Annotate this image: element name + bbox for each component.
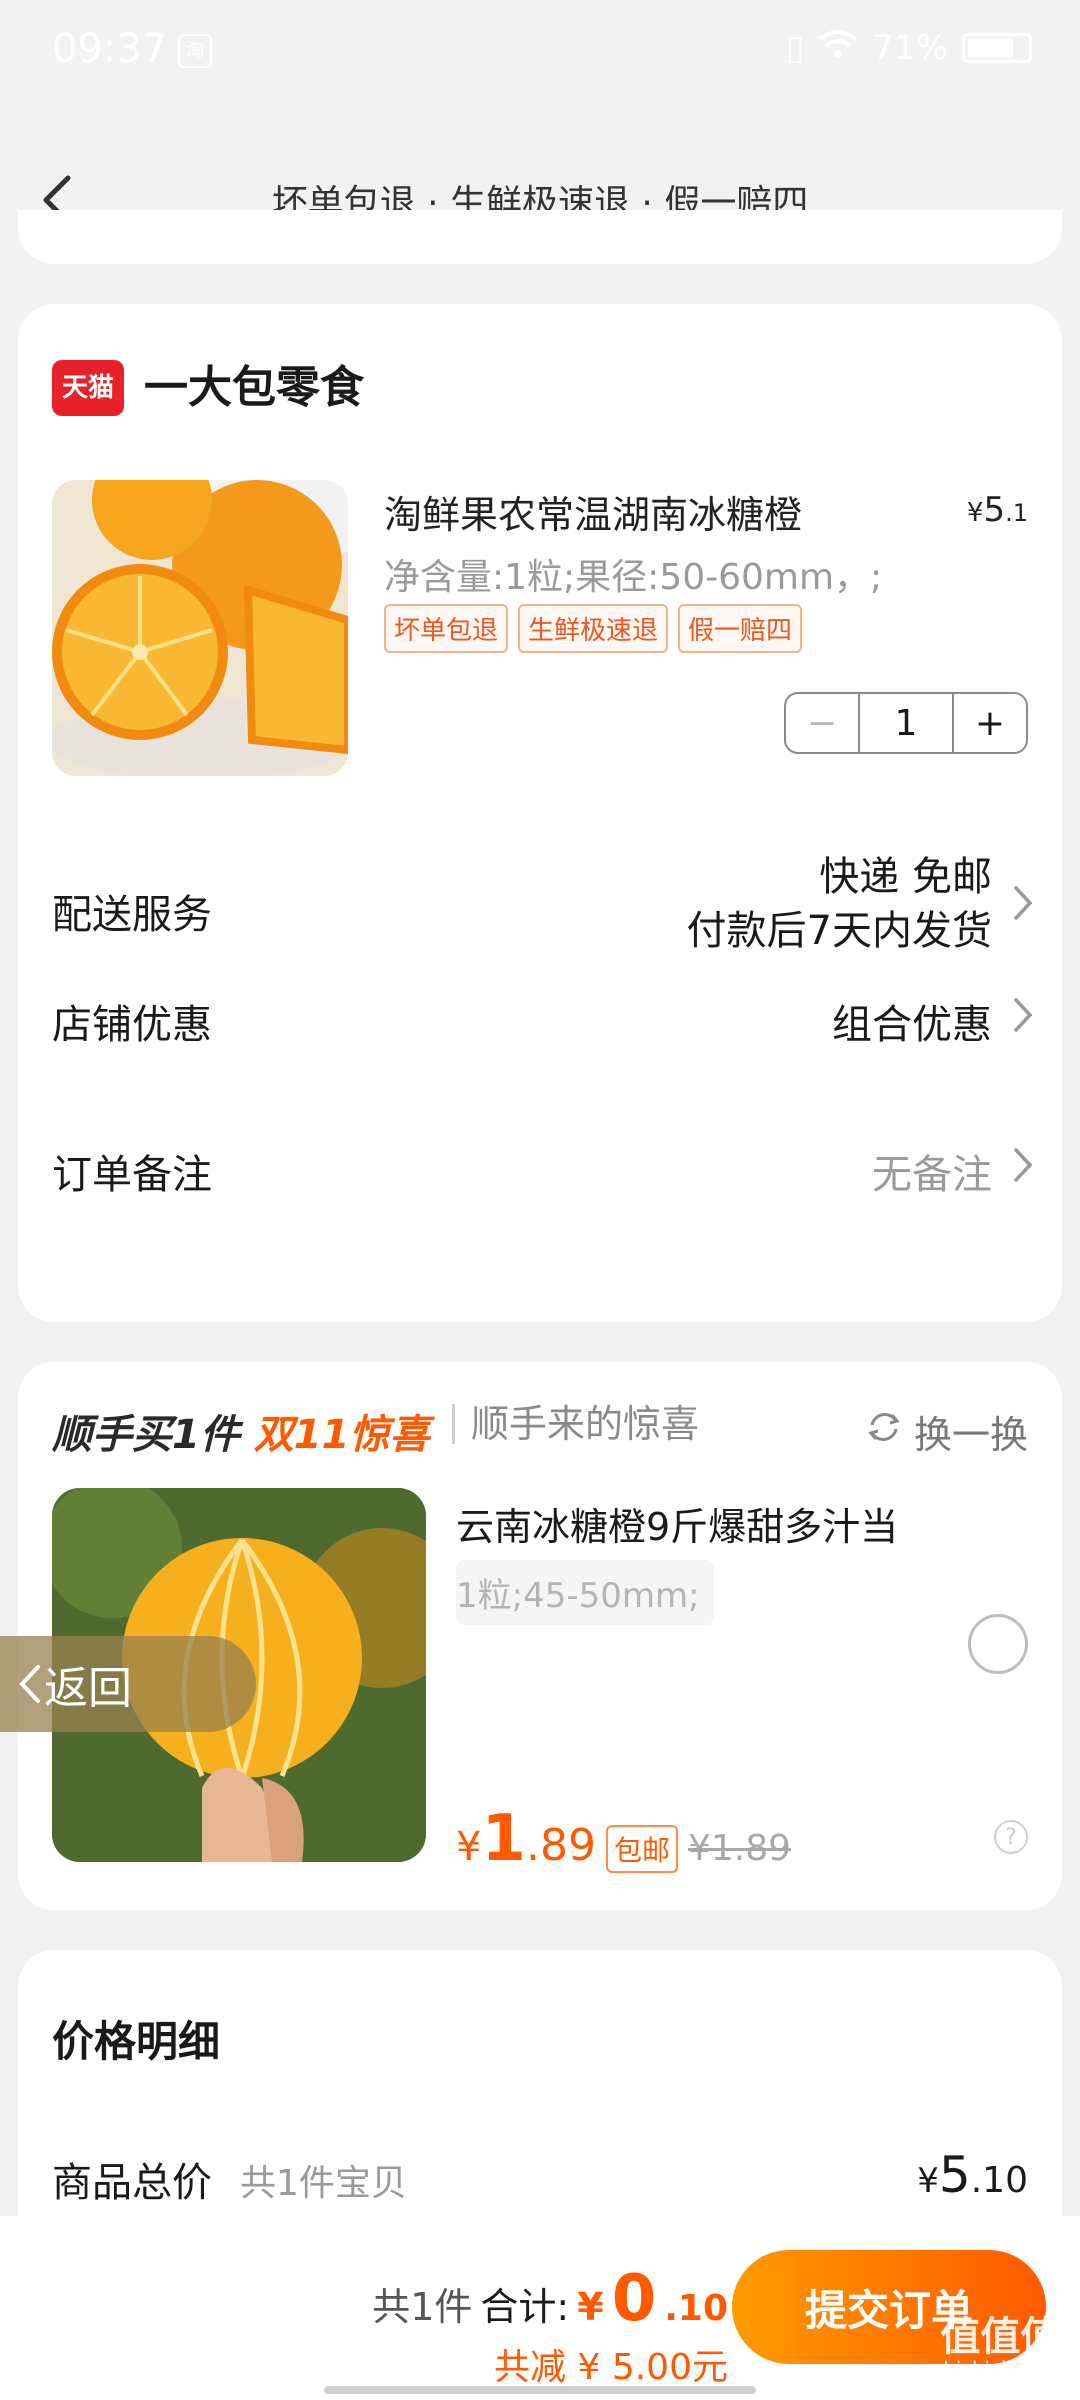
sim-icon: ▯ xyxy=(785,28,805,68)
floating-back-button[interactable]: 返回 xyxy=(0,1636,256,1732)
status-time: 09:37 xyxy=(52,26,168,72)
taobao-notification-icon: 淘 xyxy=(178,34,212,68)
shop-discount-value[interactable]: 组合优惠 xyxy=(832,992,992,1050)
swap-button[interactable]: 换一换 xyxy=(864,1404,1028,1459)
product-tag: 生鲜极速退 xyxy=(518,604,669,653)
increase-quantity-button[interactable]: + xyxy=(952,694,1026,752)
delivery-value[interactable]: 快递 免邮 付款后7天内发货 xyxy=(687,850,992,958)
delivery-label: 配送服务 xyxy=(52,892,212,938)
order-note-label: 订单备注 xyxy=(52,1152,212,1198)
product-title[interactable]: 淘鲜果农常温湖南冰糖橙 xyxy=(384,484,802,539)
goods-count: 共1件宝贝 xyxy=(240,2163,407,2204)
price-detail-title: 价格明细 xyxy=(52,2017,221,2066)
product-image-orange[interactable] xyxy=(52,480,348,776)
delivery-method: 快递 免邮 xyxy=(819,854,992,900)
addon-product-name[interactable]: 云南冰糖橙9斤爆甜多汁当 xyxy=(456,1496,898,1551)
total-saving[interactable]: 共减 ¥ 5.00元 xyxy=(494,2338,728,2390)
address-card-edge xyxy=(18,210,1062,264)
product-tags: 坏单包退 生鲜极速退 假一赔四 xyxy=(384,604,803,653)
floating-back-label: 返回 xyxy=(44,1663,132,1714)
addon-title-highlight: 双11惊喜 xyxy=(253,1412,430,1458)
checkout-bar: 共1件 合计: ¥0.10 共减 ¥ 5.00元 提交订单 xyxy=(0,2216,1080,2400)
product-tag: 坏单包退 xyxy=(384,604,509,653)
shop-order-card: 天猫 一大包零食 淘鲜果农常温湖南冰糖橙 ¥5.1 净含量:1粒;果径:50-6… xyxy=(18,304,1062,1322)
battery-percent: 71% xyxy=(872,28,948,68)
addon-select-radio[interactable] xyxy=(968,1614,1028,1674)
tmall-logo: 天猫 xyxy=(52,360,124,416)
status-bar: 09:37 淘 ▯ 71% xyxy=(0,0,1080,100)
delivery-time: 付款后7天内发货 xyxy=(686,908,992,954)
item-count: 共1件 xyxy=(372,2285,473,2329)
addon-subtitle: 顺手来的惊喜 xyxy=(452,1404,699,1444)
addon-product-spec[interactable]: 1粒;45-50mm; xyxy=(456,1560,714,1625)
free-shipping-badge: 包邮 xyxy=(605,1825,678,1873)
back-chevron-icon xyxy=(19,1665,40,1703)
product-price: ¥5.1 xyxy=(966,490,1028,530)
goods-total-label: 商品总价 xyxy=(52,2160,212,2206)
sum-amount: 0 xyxy=(611,2262,657,2336)
quantity-stepper: − 1 + xyxy=(784,692,1028,754)
quantity-value[interactable]: 1 xyxy=(860,694,952,752)
original-price: ¥1.89 xyxy=(687,1828,792,1869)
site-watermark: 值值值 zhizhizhi.com xyxy=(932,2314,1068,2381)
refresh-icon xyxy=(864,1407,904,1456)
order-note-value[interactable]: 无备注 xyxy=(872,1142,992,1200)
home-indicator[interactable] xyxy=(324,2386,756,2394)
wifi-icon xyxy=(818,28,858,68)
discount-chevron-icon[interactable] xyxy=(1010,994,1036,1036)
help-icon[interactable]: ? xyxy=(994,1820,1028,1854)
goods-total-price: ¥5.10 xyxy=(917,2146,1028,2204)
sum-label: 合计: xyxy=(480,2285,570,2329)
note-chevron-icon[interactable] xyxy=(1010,1144,1036,1186)
status-right-group: ▯ 71% xyxy=(786,28,1032,68)
product-tag: 假一赔四 xyxy=(678,604,803,653)
decrease-quantity-button[interactable]: − xyxy=(786,694,860,752)
addon-title: 顺手买1件 双11惊喜 xyxy=(52,1412,430,1458)
order-sum: 共1件 合计: ¥0.10 xyxy=(372,2262,728,2336)
addon-price: ¥1.89 包邮 ¥1.89 xyxy=(456,1802,792,1876)
shop-discount-label: 店铺优惠 xyxy=(52,1002,212,1048)
battery-icon xyxy=(962,33,1032,63)
product-spec[interactable]: 净含量:1粒;果径:50-60mm，; xyxy=(384,548,882,600)
delivery-chevron-icon[interactable] xyxy=(1010,882,1036,924)
shop-name[interactable]: 一大包零食 xyxy=(144,360,364,416)
